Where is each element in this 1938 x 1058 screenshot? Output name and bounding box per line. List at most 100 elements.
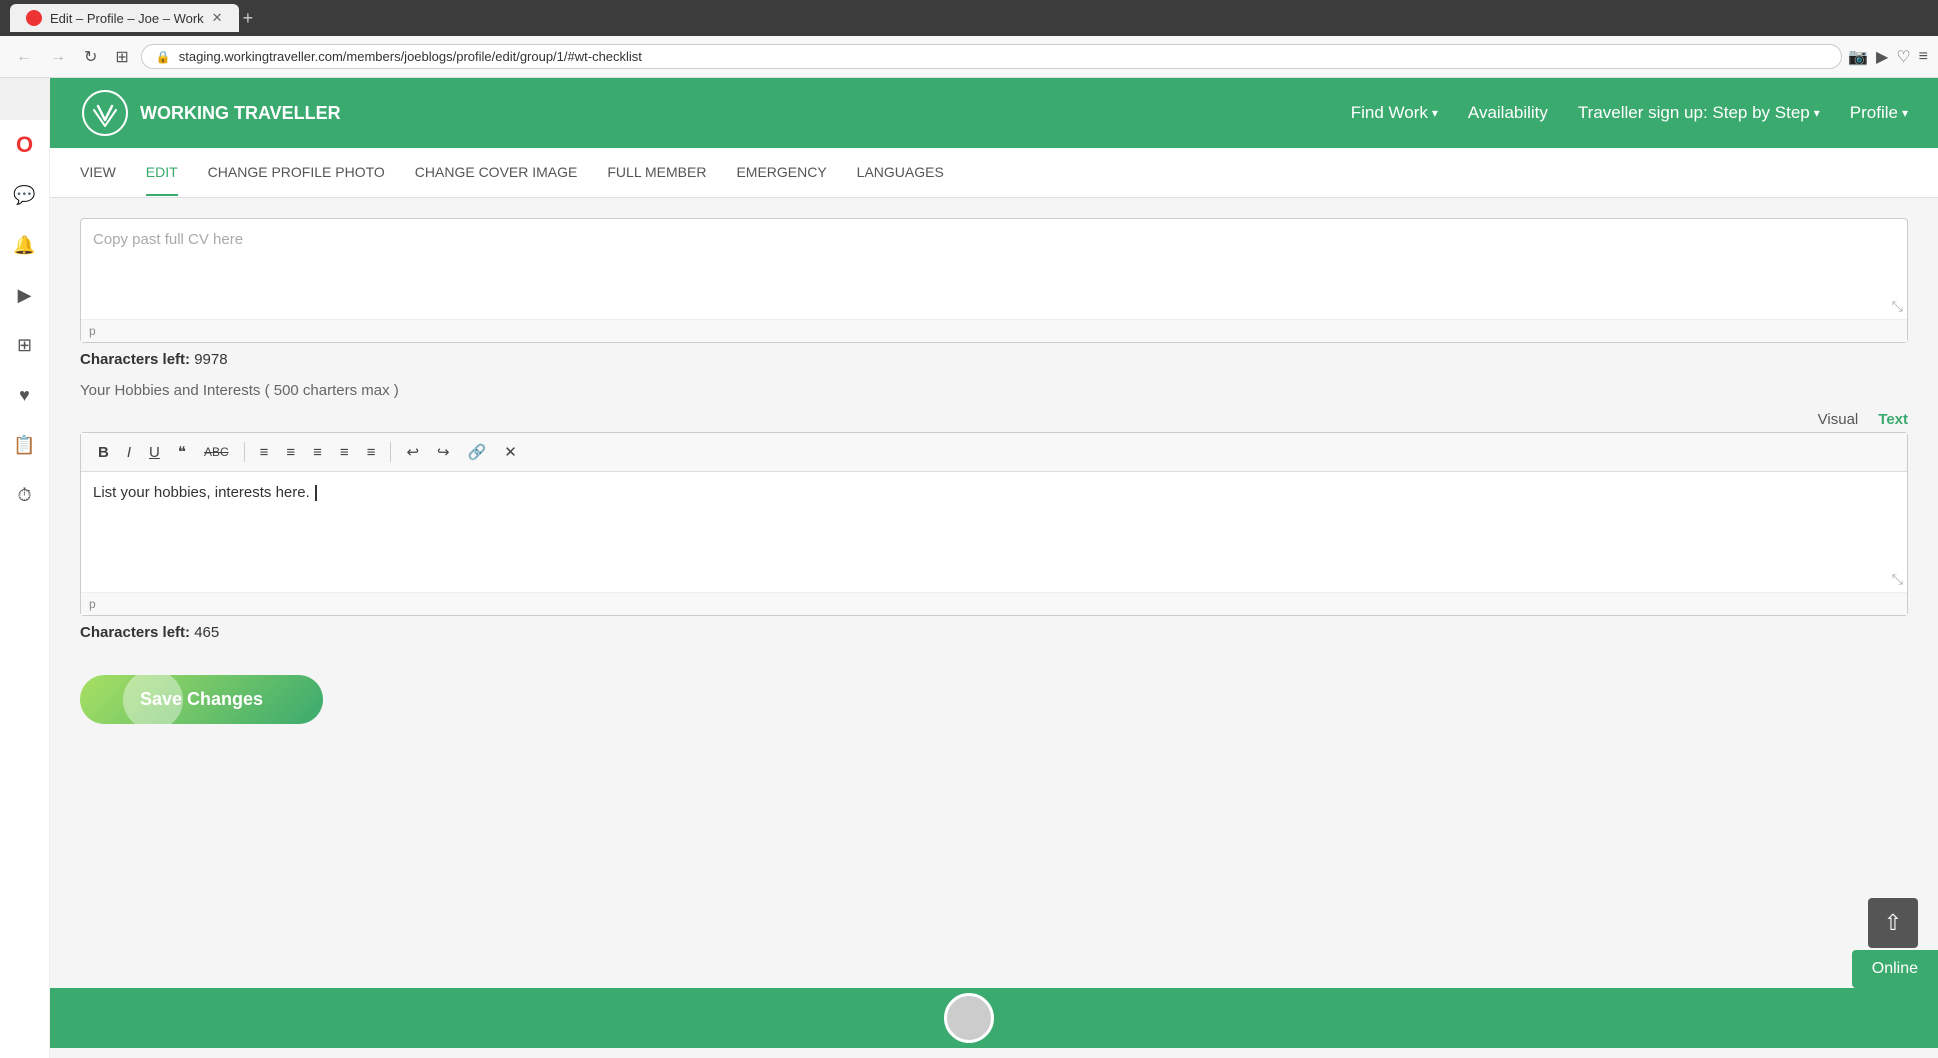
nav-profile[interactable]: Profile ▾ [1850, 103, 1908, 123]
hobbies-editor-body[interactable]: List your hobbies, interests here. ⤡ [81, 472, 1907, 592]
logo-text: WORKING TRAVELLER [140, 103, 341, 124]
send-icon[interactable]: ▶ [10, 280, 40, 310]
save-changes-button[interactable]: Save Changes [80, 675, 323, 724]
messenger-icon[interactable]: 💬 [10, 180, 40, 210]
cv-editor-placeholder: Copy past full CV here [93, 231, 243, 248]
security-icon: 🔒 [156, 50, 171, 64]
traveller-signup-chevron-icon: ▾ [1814, 106, 1820, 120]
subnav-full-member[interactable]: FULL MEMBER [607, 150, 706, 196]
notification-bell-icon[interactable]: 🔔 [10, 230, 40, 260]
bookmark-icon[interactable]: ♡ [1896, 47, 1910, 67]
cv-editor-tag: p [89, 324, 96, 338]
tab-close-button[interactable]: ✕ [212, 10, 223, 26]
nav-traveller-signup-label: Traveller sign up: Step by Step [1578, 103, 1810, 123]
nav-availability-label: Availability [1468, 103, 1548, 123]
toolbar-bold-button[interactable]: B [91, 440, 116, 465]
toolbar-separator-1 [244, 442, 245, 462]
nav-traveller-signup[interactable]: Traveller sign up: Step by Step ▾ [1578, 103, 1820, 123]
favorites-icon[interactable]: ♥ [10, 380, 40, 410]
scroll-to-top-button[interactable]: ⇧ [1868, 898, 1918, 948]
find-work-chevron-icon: ▾ [1432, 106, 1438, 120]
nav-find-work[interactable]: Find Work ▾ [1351, 103, 1438, 123]
toolbar-undo-button[interactable]: ↩ [399, 439, 426, 465]
logo-icon [80, 88, 130, 138]
hobbies-resize-handle[interactable]: ⤡ [1892, 571, 1903, 588]
tab-favicon [26, 10, 42, 26]
nav-availability[interactable]: Availability [1468, 103, 1548, 123]
toolbar-redo-button[interactable]: ↪ [430, 439, 457, 465]
browser-toolbar: ← → ↻ ⊞ 🔒 staging.workingtraveller.com/m… [0, 36, 1938, 78]
toolbar-blockquote-button[interactable]: ❝ [171, 439, 193, 465]
browser-right-icons: 📷 ▶ ♡ ≡ [1848, 47, 1928, 67]
address-text: staging.workingtraveller.com/members/joe… [179, 49, 642, 64]
text-mode-button[interactable]: Text [1878, 411, 1908, 428]
user-avatar[interactable] [944, 993, 994, 1043]
subnav-view[interactable]: VIEW [80, 150, 116, 196]
save-btn-ripple [123, 675, 183, 724]
clipboard-icon[interactable]: 📋 [10, 430, 40, 460]
toolbar-link-button[interactable]: 🔗 [461, 439, 494, 465]
apps-grid-icon[interactable]: ⊞ [10, 330, 40, 360]
refresh-button[interactable]: ↻ [78, 43, 103, 71]
site-nav: Find Work ▾ Availability Traveller sign … [1351, 103, 1908, 123]
history-icon[interactable]: ⏱ [10, 480, 40, 510]
hobbies-characters-left-label: Characters left: [80, 624, 190, 641]
nav-profile-label: Profile [1850, 103, 1898, 123]
subnav-change-profile-photo[interactable]: CHANGE PROFILE PHOTO [208, 150, 385, 196]
toolbar-align-left-button[interactable]: ≡ [306, 440, 329, 465]
cv-editor-container: Copy past full CV here ⤡ p [80, 218, 1908, 343]
cv-resize-handle[interactable]: ⤡ [1892, 298, 1903, 315]
sub-nav: VIEW EDIT CHANGE PROFILE PHOTO CHANGE CO… [50, 148, 1938, 198]
back-button[interactable]: ← [10, 44, 38, 70]
grid-button[interactable]: ⊞ [109, 43, 134, 71]
bottom-bar [0, 988, 1938, 1048]
hobbies-editor-content: List your hobbies, interests here. [93, 484, 310, 501]
online-badge-label: Online [1872, 960, 1918, 977]
online-badge: Online [1852, 950, 1938, 988]
tab-title: Edit – Profile – Joe – Work [50, 11, 204, 26]
site-logo[interactable]: WORKING TRAVELLER [80, 88, 341, 138]
toolbar-remove-format-button[interactable]: ✕ [497, 439, 524, 465]
active-tab[interactable]: Edit – Profile – Joe – Work ✕ [10, 4, 239, 32]
main-wrapper: WORKING TRAVELLER Find Work ▾ Availabili… [50, 78, 1938, 1058]
content-area: Copy past full CV here ⤡ p Characters le… [50, 198, 1938, 1058]
menu-icon[interactable]: ≡ [1919, 48, 1928, 66]
nav-find-work-label: Find Work [1351, 103, 1428, 123]
toolbar-separator-2 [390, 442, 391, 462]
tab-bar: Edit – Profile – Joe – Work ✕ + [0, 0, 1938, 36]
cv-characters-left-value: 9978 [194, 351, 227, 368]
subnav-emergency[interactable]: EMERGENCY [736, 150, 826, 196]
cv-editor-footer: p [81, 319, 1907, 342]
cv-characters-left: Characters left: 9978 [80, 351, 1908, 368]
hobbies-characters-left: Characters left: 465 [80, 624, 1908, 641]
cv-editor-body[interactable]: Copy past full CV here ⤡ [81, 219, 1907, 319]
hobbies-editor-toolbar: B I U ❝ ABC ≡ ≡ ≡ ≡ ≡ ↩ ↪ 🔗 ✕ [81, 433, 1907, 472]
toolbar-underline-button[interactable]: U [142, 440, 167, 465]
side-panel: O 💬 🔔 ▶ ⊞ ♥ 📋 ⏱ ··· [0, 120, 50, 1058]
subnav-languages[interactable]: LANGUAGES [857, 150, 944, 196]
subnav-change-cover-image[interactable]: CHANGE COVER IMAGE [415, 150, 578, 196]
hobbies-editor-tag: p [89, 597, 96, 611]
camera-icon[interactable]: 📷 [1848, 47, 1868, 67]
subnav-edit[interactable]: EDIT [146, 150, 178, 196]
hobbies-section-label: Your Hobbies and Interests ( 500 charter… [80, 382, 1908, 399]
new-tab-button[interactable]: + [243, 8, 254, 29]
toolbar-unordered-list-button[interactable]: ≡ [253, 440, 276, 465]
toolbar-align-right-button[interactable]: ≡ [360, 440, 383, 465]
toolbar-abc-button[interactable]: ABC [197, 441, 236, 463]
visual-mode-button[interactable]: Visual [1818, 411, 1859, 428]
hobbies-characters-left-value: 465 [194, 624, 219, 641]
toolbar-ordered-list-button[interactable]: ≡ [279, 440, 302, 465]
toolbar-align-center-button[interactable]: ≡ [333, 440, 356, 465]
hobbies-editor-footer: p [81, 592, 1907, 615]
site-header: WORKING TRAVELLER Find Work ▾ Availabili… [50, 78, 1938, 148]
opera-logo[interactable]: O [10, 130, 40, 160]
toolbar-italic-button[interactable]: I [120, 440, 138, 465]
forward-button[interactable]: → [44, 44, 72, 70]
address-bar[interactable]: 🔒 staging.workingtraveller.com/members/j… [141, 44, 1842, 69]
cv-characters-left-label: Characters left: [80, 351, 190, 368]
editor-mode-toggle: Visual Text [80, 411, 1908, 428]
profile-chevron-icon: ▾ [1902, 106, 1908, 120]
hobbies-editor-container: B I U ❝ ABC ≡ ≡ ≡ ≡ ≡ ↩ ↪ 🔗 ✕ List your … [80, 432, 1908, 616]
cast-icon[interactable]: ▶ [1876, 47, 1888, 67]
